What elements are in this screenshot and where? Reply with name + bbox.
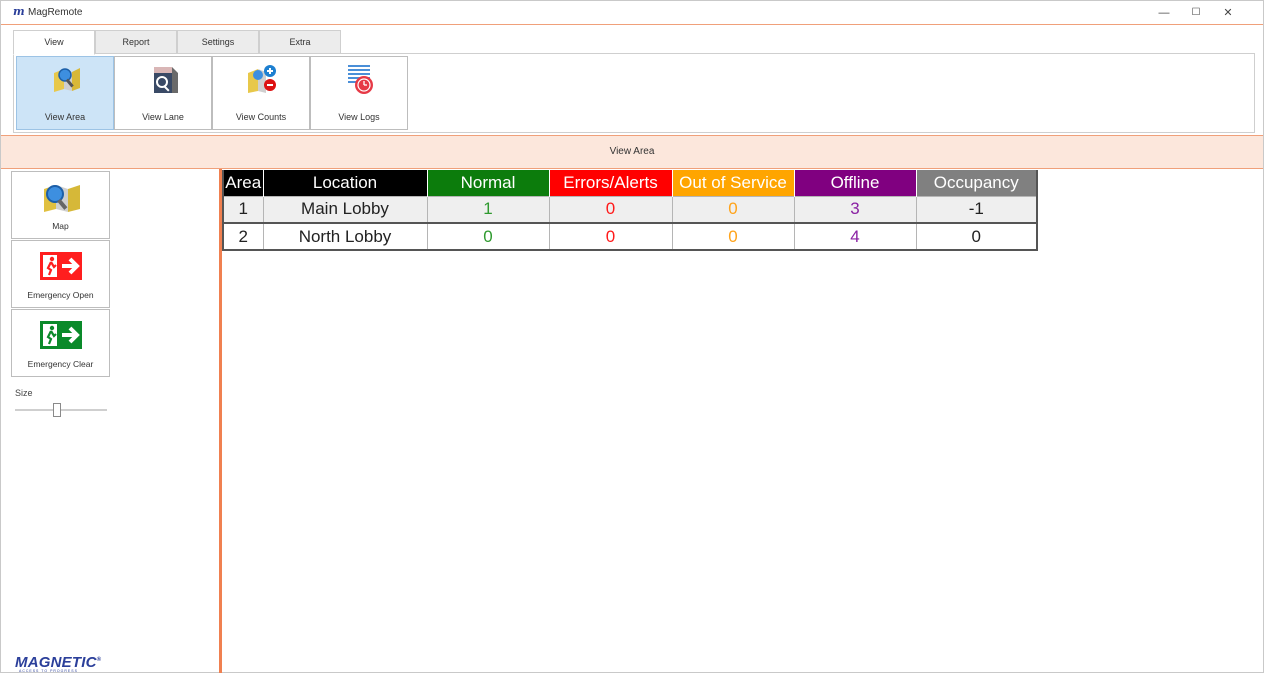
left-panel: Map Emergency Open Emergency Clear Size <box>1 169 219 673</box>
col-errors-alerts[interactable]: Errors/Alerts <box>549 170 673 196</box>
emergency-open-button[interactable]: Emergency Open <box>11 240 110 308</box>
map-label: Map <box>52 221 69 231</box>
view-counts-button[interactable]: View Counts <box>212 56 310 130</box>
ribbon-toolbar: View Area View Lane View Counts View Log… <box>13 53 1255 133</box>
view-lane-icon <box>154 67 178 93</box>
map-button[interactable]: Map <box>11 171 110 239</box>
window-title: MagRemote <box>28 7 83 18</box>
view-lane-label: View Lane <box>142 112 184 122</box>
map-icon <box>44 185 80 212</box>
cell-normal: 1 <box>426 195 550 224</box>
view-lane-button[interactable]: View Lane <box>114 56 212 130</box>
size-label: Size <box>15 388 33 398</box>
cell-offline: 4 <box>793 222 917 251</box>
view-counts-icon <box>248 65 276 93</box>
table-row[interactable]: 1 Main Lobby 1 0 0 3 -1 <box>222 195 1038 224</box>
cell-errors: 0 <box>548 222 673 251</box>
view-area-icon <box>54 68 80 92</box>
view-logs-button[interactable]: View Logs <box>310 56 408 130</box>
emergency-exit-red-icon <box>40 252 82 280</box>
view-area-button[interactable]: View Area <box>16 56 114 130</box>
tab-view[interactable]: View <box>13 30 95 55</box>
tab-report[interactable]: Report <box>95 30 177 54</box>
view-logs-label: View Logs <box>338 112 380 122</box>
view-logs-icon <box>348 65 373 94</box>
app-window: m MagRemote — ☐ ✕ View Report Settings E… <box>0 0 1264 673</box>
col-out-of-service[interactable]: Out of Service <box>672 170 795 196</box>
cell-occupancy: -1 <box>915 195 1038 224</box>
slider-track <box>15 409 107 411</box>
col-area[interactable]: Area <box>223 170 264 196</box>
emergency-open-label: Emergency Open <box>27 290 94 300</box>
cell-area: 2 <box>222 222 264 251</box>
magnetic-logo: MAGNETIC® <box>15 653 101 670</box>
col-occupancy[interactable]: Occupancy <box>916 170 1038 196</box>
col-normal[interactable]: Normal <box>427 170 550 196</box>
app-logo-icon: m <box>13 5 25 18</box>
brand-tagline: ACCESS TO PROGRESS <box>19 669 78 673</box>
col-offline[interactable]: Offline <box>794 170 917 196</box>
cell-out-of-service: 0 <box>671 222 795 251</box>
cell-location: North Lobby <box>262 222 428 251</box>
tab-settings[interactable]: Settings <box>177 30 259 54</box>
cell-occupancy: 0 <box>915 222 1038 251</box>
cell-errors: 0 <box>548 195 673 224</box>
cell-location: Main Lobby <box>262 195 428 224</box>
tab-extra[interactable]: Extra <box>259 30 341 54</box>
col-location[interactable]: Location <box>263 170 428 196</box>
cell-normal: 0 <box>426 222 550 251</box>
minimize-button[interactable]: — <box>1149 4 1179 22</box>
size-slider[interactable] <box>15 403 107 417</box>
cell-offline: 3 <box>793 195 917 224</box>
emergency-clear-button[interactable]: Emergency Clear <box>11 309 110 377</box>
area-table: Area Location Normal Errors/Alerts Out o… <box>222 170 1038 251</box>
emergency-exit-green-icon <box>40 321 82 349</box>
slider-thumb[interactable] <box>53 403 61 417</box>
view-area-label: View Area <box>44 112 86 122</box>
view-counts-label: View Counts <box>235 112 287 122</box>
table-header-row: Area Location Normal Errors/Alerts Out o… <box>223 170 1038 196</box>
maximize-button[interactable]: ☐ <box>1181 4 1211 22</box>
cell-area: 1 <box>222 195 264 224</box>
section-header: View Area <box>1 135 1263 169</box>
table-row[interactable]: 2 North Lobby 0 0 0 4 0 <box>222 222 1038 251</box>
brand-mark: ® <box>96 657 102 663</box>
title-bar: m MagRemote — ☐ ✕ <box>1 1 1263 25</box>
close-button[interactable]: ✕ <box>1213 4 1243 22</box>
cell-out-of-service: 0 <box>671 195 795 224</box>
emergency-clear-label: Emergency Clear <box>27 359 94 369</box>
